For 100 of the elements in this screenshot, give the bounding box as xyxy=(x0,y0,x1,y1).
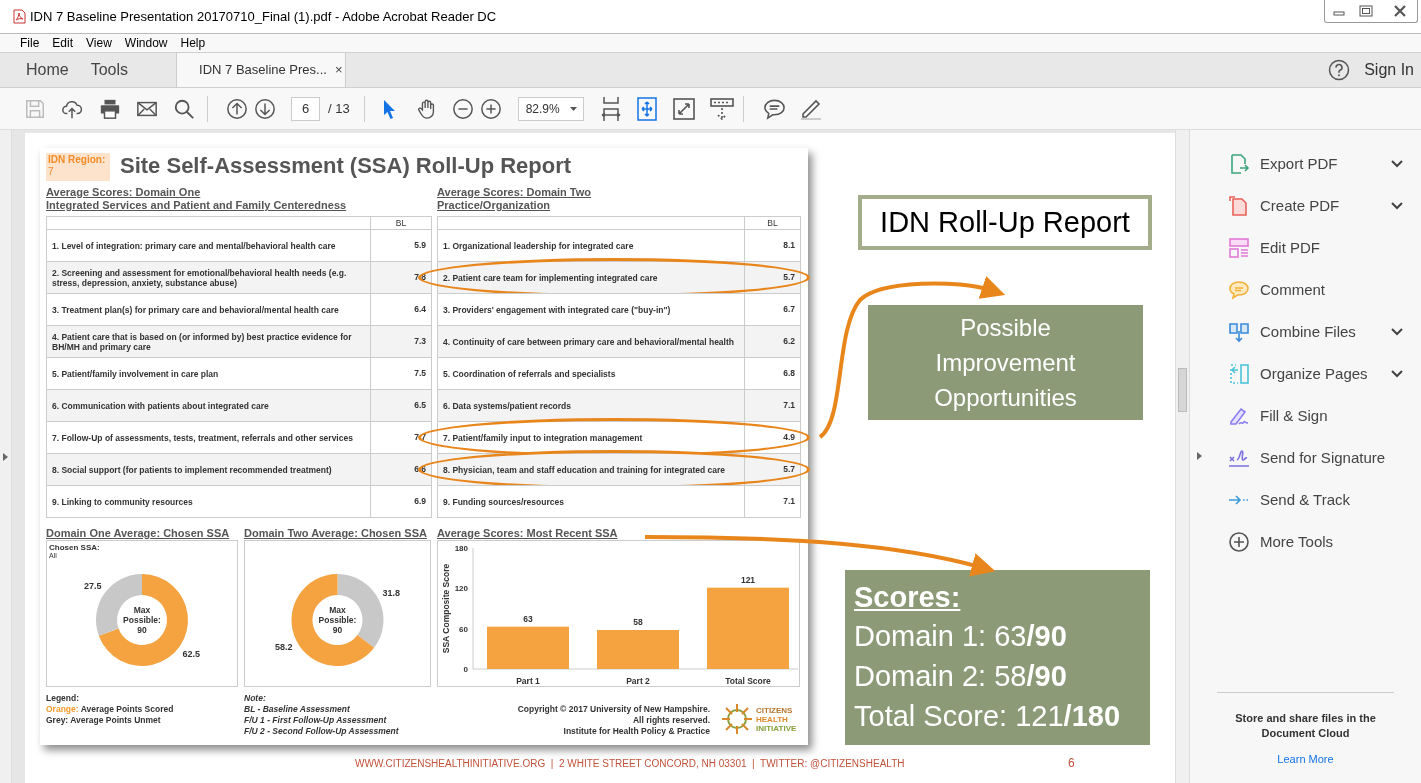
full-screen-icon[interactable] xyxy=(672,97,695,120)
combine-files-icon[interactable] xyxy=(1228,321,1250,343)
plus-circle-icon[interactable] xyxy=(1228,531,1250,553)
chevron-down-icon[interactable] xyxy=(1391,370,1403,378)
scrollbar-thumb[interactable] xyxy=(1178,368,1187,412)
create-file-icon[interactable] xyxy=(1228,195,1250,217)
chevron-down-icon[interactable] xyxy=(1391,202,1403,210)
zoom-out-icon[interactable] xyxy=(451,97,474,120)
note-title: Note: xyxy=(244,693,267,704)
copyright-line: Institute for Health Policy & Practice xyxy=(563,726,710,737)
caret-icon xyxy=(569,106,577,111)
maximize-icon[interactable] xyxy=(1359,5,1373,17)
row-label: 6. Communication with patients about integrated care xyxy=(52,400,269,411)
menu-item[interactable]: File xyxy=(20,34,40,52)
row-label: 8. Physician, team and staff education and training for integrated care xyxy=(443,464,725,475)
learn-more-link[interactable]: Learn More xyxy=(1277,750,1334,767)
tool-item[interactable]: Send & Track xyxy=(1260,488,1351,512)
page-number-field[interactable]: 6 xyxy=(291,96,320,121)
row-label: 8. Social support (for patients to implement recommended treatment) xyxy=(52,464,332,475)
close-icon[interactable] xyxy=(1393,5,1407,17)
slide-heading: IDN Roll-Up Report xyxy=(880,204,1130,240)
nav-tab[interactable]: Tools xyxy=(79,53,140,87)
logo-text: HEALTH xyxy=(756,714,789,724)
signature-line-icon[interactable] xyxy=(1228,447,1250,469)
sign-in-link[interactable]: Sign In xyxy=(1364,58,1414,82)
score-value: 5.7 xyxy=(783,271,795,284)
row-label: 7. Follow-Up of assessments, tests, treatment, referrals and other services xyxy=(52,432,353,443)
filter-label: Chosen SSA: xyxy=(49,543,100,552)
data-label: 31.8 xyxy=(382,588,400,599)
previous-page-icon[interactable] xyxy=(226,97,248,120)
logo-emblem-icon xyxy=(720,702,754,736)
tool-item[interactable]: Create PDF xyxy=(1260,194,1340,218)
search-icon[interactable] xyxy=(173,97,195,120)
document-tab[interactable]: IDN 7 Baseline Pres... × xyxy=(176,53,347,87)
data-label: 121 xyxy=(740,574,756,585)
column-header: BL xyxy=(766,217,779,229)
row-label: 9. Funding sources/resources xyxy=(443,496,564,507)
axis-tick-label: 0 xyxy=(463,665,468,674)
score-value: 5.7 xyxy=(783,463,795,476)
region-label: IDN Region: xyxy=(48,154,107,166)
section-title: Average Scores: Domain Two xyxy=(437,186,593,199)
fit-page-icon[interactable] xyxy=(635,96,658,121)
tool-item[interactable]: Edit PDF xyxy=(1260,236,1320,260)
logo-text: CITIZENS xyxy=(756,705,794,715)
export-file-icon[interactable] xyxy=(1228,153,1250,175)
menu-item[interactable]: Help xyxy=(180,34,206,52)
chart-title: Domain One Average: Chosen SSA xyxy=(46,527,231,539)
scores-heading: Scores: xyxy=(854,580,962,615)
legend-item: Orange: Average Points Scored xyxy=(46,704,175,715)
row-label: 3. Treatment plan(s) for primary care and behavioral/mental health care xyxy=(52,304,339,315)
tool-item[interactable]: Combine Files xyxy=(1260,320,1356,344)
row-label: 2. Screening and assessment for emotional/behavioral health needs (e.g. stress, depression, anxiety, substance abuse) xyxy=(52,267,348,288)
chart-title: Average Scores: Most Recent SSA xyxy=(437,527,619,539)
tool-item[interactable]: Send for Signature xyxy=(1260,446,1386,470)
copyright-line: All rights reserved. xyxy=(633,715,710,726)
menu-item[interactable]: Window xyxy=(124,34,168,52)
row-label: 4. Patient care that is based on (or informed by) best practice evidence for BH/MH and primary care xyxy=(52,331,353,352)
axis-category-label: Part 1 xyxy=(516,676,540,686)
scroll-mode-icon[interactable] xyxy=(709,96,734,121)
score-line: Domain 1: 63/90 xyxy=(854,619,1068,654)
score-value: 4.9 xyxy=(783,431,795,444)
expand-arrow-icon[interactable] xyxy=(3,452,8,461)
report-title: Site Self-Assessment (SSA) Roll-Up Report xyxy=(120,153,572,179)
note-line: BL - Baseline Assessment xyxy=(244,704,351,715)
row-label: 6. Data systems/patient records xyxy=(443,400,572,411)
tool-item[interactable]: Comment xyxy=(1260,278,1326,302)
score-value: 6.5 xyxy=(414,399,426,412)
tab-close-button[interactable]: × xyxy=(334,60,343,80)
note-line: F/U 1 - First Follow-Up Assessment xyxy=(244,715,388,726)
print-icon[interactable] xyxy=(99,97,121,120)
chart-title: Domain Two Average: Chosen SSA xyxy=(244,527,428,539)
zoom-dropdown[interactable]: 82.9% xyxy=(517,96,584,121)
score-value: 7.3 xyxy=(414,335,426,348)
help-icon[interactable] xyxy=(1328,59,1351,81)
page-number: 6 xyxy=(1068,755,1075,772)
tool-item[interactable]: More Tools xyxy=(1260,530,1334,554)
axis-tick-label: 60 xyxy=(459,624,468,634)
menu-item[interactable]: View xyxy=(86,34,112,52)
score-value: 5.9 xyxy=(414,239,426,252)
donut-center-text: Max Possible: 90 xyxy=(317,605,358,635)
collapse-arrow-icon[interactable] xyxy=(1197,452,1202,460)
tool-item[interactable]: Fill & Sign xyxy=(1260,404,1328,428)
tool-item[interactable]: Organize Pages xyxy=(1260,362,1368,386)
zoom-in-icon[interactable] xyxy=(479,97,502,120)
data-label: 58.2 xyxy=(275,641,293,652)
tool-item[interactable]: Export PDF xyxy=(1260,152,1338,176)
page-total: / 13 xyxy=(328,99,350,118)
menu-item[interactable]: Edit xyxy=(52,34,74,52)
donut-center-text: Max Possible: 90 xyxy=(122,605,162,635)
section-subtitle: Practice/Organization xyxy=(437,199,552,212)
data-label: 27.5 xyxy=(84,580,102,591)
nav-tab[interactable]: Home xyxy=(0,53,80,87)
data-label: 63 xyxy=(523,613,533,624)
comment-icon[interactable] xyxy=(762,97,786,120)
chevron-down-icon[interactable] xyxy=(1391,328,1403,336)
chevron-down-icon[interactable] xyxy=(1391,160,1403,168)
next-page-icon[interactable] xyxy=(254,97,276,120)
pen-signature-icon[interactable] xyxy=(1228,405,1250,427)
row-label: 1. Organizational leadership for integrated care xyxy=(443,240,634,251)
axis-category-label: Part 2 xyxy=(626,676,650,686)
